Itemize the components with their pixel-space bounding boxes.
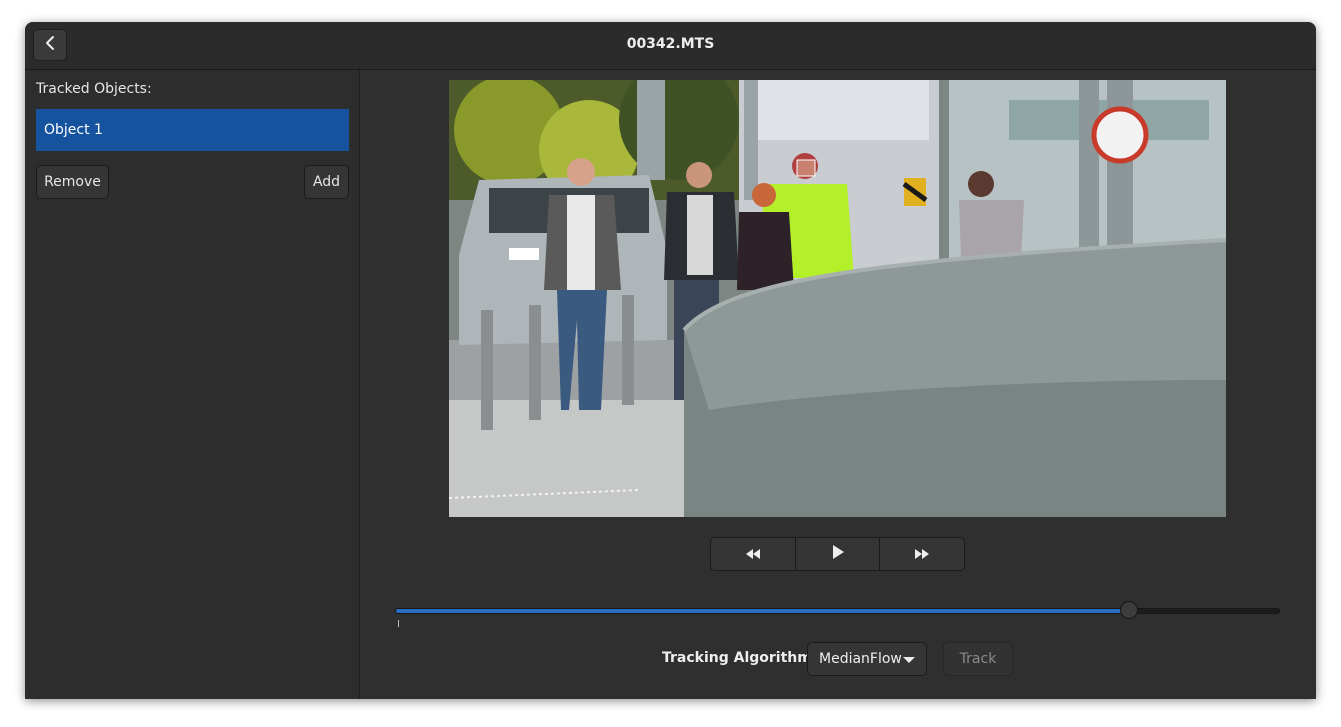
sidebar: Tracked Objects: Object 1 Remove Add: [25, 70, 360, 699]
list-item[interactable]: Object 1: [36, 109, 349, 151]
tracking-algorithm-label: Tracking Algorithm: [662, 650, 812, 666]
timeline-progress: [396, 609, 1129, 613]
timeline-handle[interactable]: [1119, 601, 1138, 619]
main-panel: Tracking Algorithm MedianFlow Track: [360, 70, 1316, 699]
app-window: 00342.MTS Tracked Objects: Object 1 Remo…: [25, 22, 1316, 699]
playback-controls: [710, 537, 965, 571]
tracking-algorithm-dropdown[interactable]: MedianFlow: [807, 642, 927, 676]
tracking-algorithm-value: MedianFlow: [819, 651, 902, 667]
chevron-down-icon: [903, 657, 915, 663]
remove-button[interactable]: Remove: [36, 165, 109, 199]
window-title: 00342.MTS: [626, 36, 715, 52]
tracked-objects-list: Object 1: [36, 109, 349, 151]
track-button[interactable]: Track: [943, 642, 1013, 676]
header-bar: 00342.MTS: [25, 22, 1316, 70]
rewind-button[interactable]: [711, 538, 796, 570]
fast-forward-icon: [914, 545, 930, 564]
rewind-icon: [745, 545, 761, 564]
video-scene: [449, 80, 1226, 517]
fast-forward-button[interactable]: [880, 538, 964, 570]
timeline-slider[interactable]: [395, 601, 1280, 619]
timeline-tick: [398, 620, 399, 627]
play-button[interactable]: [796, 538, 881, 570]
play-icon: [831, 544, 845, 564]
add-button[interactable]: Add: [304, 165, 349, 199]
tracked-objects-heading: Tracked Objects:: [36, 81, 152, 97]
video-frame[interactable]: [449, 80, 1226, 517]
